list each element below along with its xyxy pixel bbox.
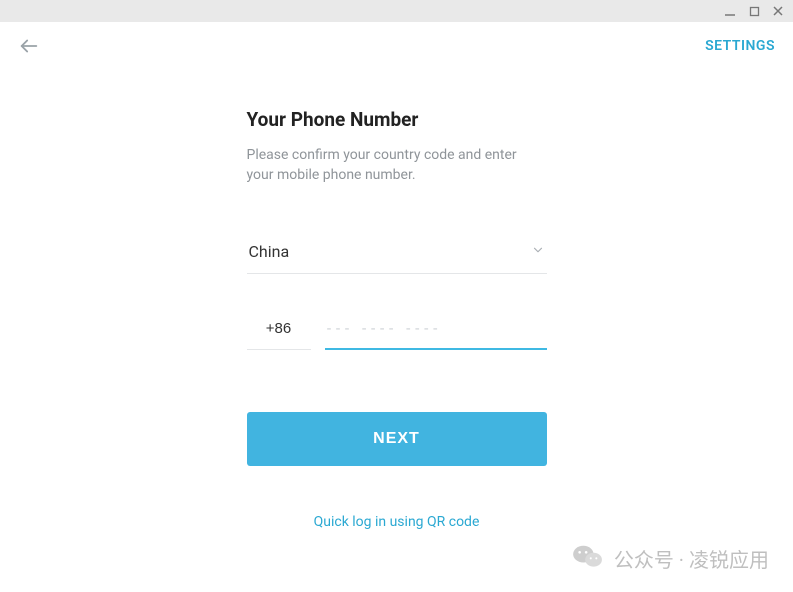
watermark: 公众号 · 凌锐应用 — [572, 543, 769, 574]
country-select[interactable]: China — [247, 236, 547, 274]
chevron-down-icon — [531, 242, 545, 261]
window-close-button[interactable] — [771, 4, 785, 18]
page-title: Your Phone Number — [247, 108, 547, 131]
window-titlebar — [0, 0, 793, 22]
window-minimize-button[interactable] — [723, 4, 737, 18]
phone-number-input[interactable] — [325, 312, 547, 350]
country-selected-label: China — [249, 242, 290, 261]
wechat-icon — [572, 543, 604, 574]
back-button[interactable] — [18, 35, 40, 57]
page-subtitle: Please confirm your country code and ent… — [247, 145, 547, 186]
login-form: Your Phone Number Please confirm your co… — [247, 108, 547, 530]
settings-link[interactable]: SETTINGS — [705, 38, 775, 54]
next-button[interactable]: NEXT — [247, 412, 547, 466]
watermark-text: 公众号 · 凌锐应用 — [614, 544, 769, 573]
window-maximize-button[interactable] — [747, 4, 761, 18]
app-header: SETTINGS — [0, 22, 793, 70]
country-code-input[interactable] — [247, 312, 311, 350]
qr-login-link[interactable]: Quick log in using QR code — [247, 514, 547, 530]
